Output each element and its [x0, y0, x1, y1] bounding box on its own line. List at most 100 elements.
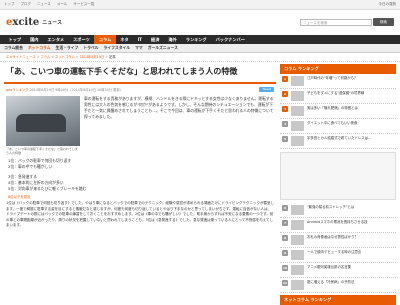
- rank-number: 3: [282, 105, 288, 112]
- nav-neta[interactable]: ネタ: [116, 35, 133, 44]
- article-photo[interactable]: [6, 96, 80, 146]
- list-item-label: "最強の寝る前ストレッチ"とは: [307, 204, 355, 209]
- subnav-net-column[interactable]: ネットコラム: [28, 45, 51, 51]
- topbar-link-top[interactable]: トップ: [4, 2, 15, 7]
- article-main: 「あ、こいつ車の運転下手くそだな」と思われてしまう人の特徴 gooランキング 2…: [4, 62, 280, 305]
- rank-item-5: 5位：対向車が来るたびに軽くブレーキを踏む: [8, 186, 87, 191]
- rank-number: 5: [282, 135, 288, 142]
- rank-number: 8: [282, 234, 288, 241]
- nav-top[interactable]: トップ: [4, 35, 26, 44]
- nav-domestic[interactable]: 国内: [26, 35, 43, 44]
- subnav-column-all[interactable]: コラム総合: [4, 45, 23, 51]
- list-item[interactable]: 9 一人で焼肉デビューする時の注意点: [280, 248, 396, 263]
- subnav-girls[interactable]: ガールズニュース: [148, 45, 178, 51]
- list-item[interactable]: 4 ダイエット中に食べてもいい夜食: [280, 119, 396, 134]
- list-item[interactable]: 6 "最強の寝る前ストレッチ"とは: [280, 203, 396, 218]
- lead-text: 車の運転をする責務がありますが、横柄、ハンドルをきる際にドキッとする女性は少なく…: [84, 96, 274, 119]
- excite-logo[interactable]: excite: [6, 17, 39, 28]
- rank-number: 2: [282, 90, 288, 97]
- subnav-life[interactable]: 生活・ライフ: [56, 45, 79, 51]
- list-item[interactable]: 1 江戸時代の"年増"って何歳から？: [280, 74, 396, 89]
- topbar-link-blog[interactable]: ブログ: [21, 2, 32, 7]
- list-item[interactable]: 11 夏に増える「冷房病」の予防法: [280, 278, 396, 293]
- nav-it[interactable]: IT: [133, 35, 146, 44]
- list-item-label: 一人で焼肉デビューする時の注意点: [307, 249, 362, 254]
- site-header: excite ニュース ニュースを検索 検索: [0, 10, 400, 35]
- list-item-label: 実は多い「隠れ肥満」の特徴とは: [307, 105, 358, 110]
- subnav-mama[interactable]: ママ: [135, 45, 143, 51]
- rank-item-2: 2位：車の中でも騒がしい: [8, 164, 53, 169]
- nav-world[interactable]: 海外: [164, 35, 181, 44]
- nav-column[interactable]: コラム: [94, 35, 116, 44]
- rank-number: 7: [282, 219, 288, 226]
- rank-number: 11: [282, 279, 288, 286]
- logo-text: xcite: [12, 17, 40, 28]
- thumbnail: [291, 75, 304, 86]
- thumbnail: [291, 120, 304, 131]
- breadcrumb-date[interactable]: 2014年8月19日: [80, 55, 105, 59]
- sub-nav: コラム総合 ネットコラム 生活・ライフ トラベル ライフスタイル ママ ガールズ…: [0, 44, 400, 53]
- rank-number: 1: [282, 75, 288, 82]
- article-date: 2014年8月19日 9時00分（2014年8月19日 10時30分 更新）: [29, 87, 123, 92]
- list-item[interactable]: 7 Androidスマホの電池を長持ちさせる技: [280, 218, 396, 233]
- breadcrumb-current: 記事: [109, 55, 116, 59]
- thumbnail: [291, 204, 304, 215]
- list-item-label: 宇多田ヒカル結婚式で着ていたドレスは…: [307, 135, 372, 140]
- search-input[interactable]: ニュースを検索: [300, 19, 372, 26]
- ad-banner[interactable]: [280, 152, 396, 200]
- rank-number: 4: [282, 120, 288, 127]
- nav-sports[interactable]: スポーツ: [69, 35, 95, 44]
- thumbnail: [291, 105, 304, 116]
- sidebar-ranking-list-2: 6 "最強の寝る前ストレッチ"とは 7 Androidスマホの電池を長持ちさせる技 …: [280, 203, 396, 293]
- topbar-link-mail[interactable]: メール: [57, 2, 68, 7]
- nav-economy[interactable]: 経済: [147, 35, 164, 44]
- photo-caption: 「あ、こいつ車の運転下手くそだな」と思われてしまう人の特徴: [6, 147, 78, 155]
- search-button[interactable]: 検索: [373, 18, 394, 26]
- logo-subtitle: ニュース: [42, 20, 62, 26]
- thumbnail: [291, 234, 304, 245]
- sidebar: コラム ランキング 1 江戸時代の"年増"って何歳から？ 2 子どもをダメにする"過…: [280, 62, 396, 305]
- breadcrumb-net-column[interactable]: ネットコラム: [55, 55, 75, 59]
- nav-backnumber[interactable]: バックナンバー: [211, 35, 249, 44]
- list-item[interactable]: 10 アニメ銀河英雄伝説の名言集: [280, 263, 396, 278]
- content-wrap: 「あ、こいつ車の運転下手くそだな」と思われてしまう人の特徴 gooランキング 2…: [0, 62, 400, 305]
- list-item[interactable]: 3 実は多い「隠れ肥満」の特徴とは: [280, 104, 396, 119]
- thumbnail: [291, 90, 304, 101]
- list-item-label: 江戸時代の"年増"って何歳から？: [307, 75, 358, 80]
- thumbnail: [291, 135, 304, 146]
- list-item-label: 夏に増える「冷房病」の予防法: [307, 279, 355, 284]
- topbar-link-fortune[interactable]: 今日の運勢: [379, 2, 397, 7]
- list-item-label: 子どもをダメにする"過保護"の境界線: [307, 90, 365, 95]
- breadcrumb: エキサイトニュース > コラム > ネットコラム > 2014年8月19日 > …: [0, 53, 400, 62]
- nav-entertainment[interactable]: エンタメ: [43, 35, 69, 44]
- breadcrumb-column[interactable]: コラム: [40, 55, 50, 59]
- topbar-link-news[interactable]: ニュース: [37, 2, 51, 7]
- article-category[interactable]: gooランキング: [6, 88, 29, 92]
- list-item-label: お札の肖像画はなぜ男性ばかり？: [307, 234, 358, 239]
- photo-block: 「あ、こいつ車の運転下手くそだな」と思われてしまう人の特徴: [6, 96, 80, 155]
- rank-number: 9: [282, 249, 288, 256]
- tweet-button[interactable]: Tweet: [259, 86, 274, 92]
- rank-number: 6: [282, 204, 288, 211]
- nav-ranking[interactable]: ランキング: [181, 35, 211, 44]
- sidebar-ranking-title: コラム ランキング: [280, 64, 396, 74]
- subnav-lifestyle[interactable]: ライフスタイル: [104, 45, 131, 51]
- article-meta: gooランキング 2014年8月19日 9時00分（2014年8月19日 10時…: [4, 84, 276, 94]
- sidebar-ranking-list: 1 江戸時代の"年増"って何歳から？ 2 子どもをダメにする"過保護"の境界線 3 実…: [280, 74, 396, 149]
- ranking-list: 1位：バックの駐車で何回も切り返す 2位：車の中でも騒がしい 3位：急発進する …: [4, 157, 276, 193]
- thumbnail: [291, 249, 304, 260]
- subnav-travel[interactable]: トラベル: [83, 45, 98, 51]
- see-more-link[interactable]: 6位以下を見る: [4, 193, 276, 200]
- article-title: 「あ、こいつ車の運転下手くそだな」と思われてしまう人の特徴: [4, 62, 276, 84]
- article-lead: 「あ、こいつ車の運転下手くそだな」と思われてしまう人の特徴 車の運転をする責務が…: [4, 94, 276, 157]
- main-nav: トップ 国内 エンタメ スポーツ コラム ネタ IT 経済 海外 ランキング バ…: [0, 35, 400, 44]
- list-item[interactable]: 5 宇多田ヒカル結婚式で着ていたドレスは…: [280, 134, 396, 149]
- topbar-link-services[interactable]: サービス一覧: [73, 2, 94, 7]
- list-item[interactable]: 2 子どもをダメにする"過保護"の境界線: [280, 89, 396, 104]
- top-utility-bar: トップ ブログ ニュース メール サービス一覧 今日の運勢: [0, 0, 400, 10]
- breadcrumb-home[interactable]: エキサイトニュース: [6, 55, 36, 59]
- list-item-label: Androidスマホの電池を長持ちさせる技: [307, 219, 368, 224]
- article-body: 1位は《バックの駐車で何回も切り返す》でした。やはり車になるとバックでの駐車での…: [6, 201, 274, 228]
- thumbnail: [291, 219, 304, 230]
- list-item[interactable]: 8 お札の肖像画はなぜ男性ばかり？: [280, 233, 396, 248]
